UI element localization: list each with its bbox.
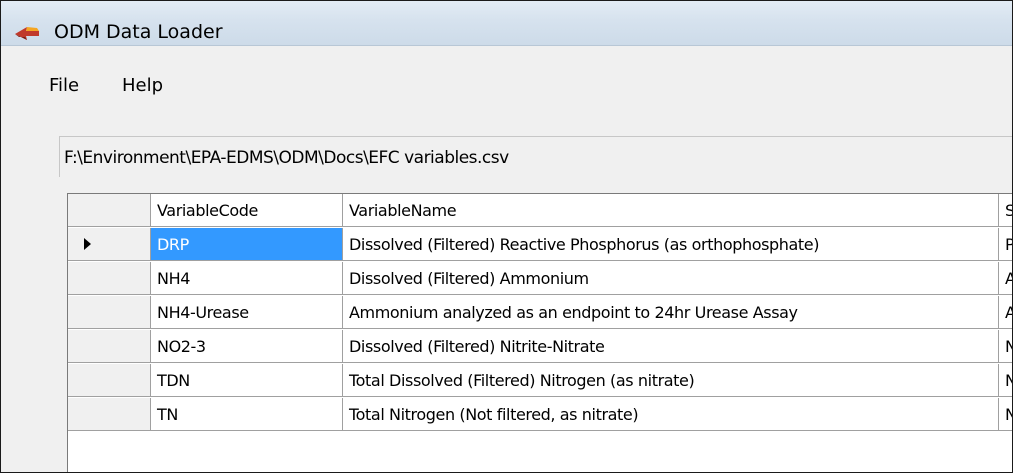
- variables-grid[interactable]: VariableCode VariableName Specia DRP Dis…: [67, 193, 1012, 472]
- file-path-text: F:\Environment\EPA-EDMS\ODM\Docs\EFC var…: [64, 148, 509, 168]
- app-arrow-icon: [15, 27, 39, 40]
- cell-variable-name[interactable]: Ammonium analyzed as an endpoint to 24hr…: [343, 296, 999, 329]
- table-row[interactable]: NO2-3 Dissolved (Filtered) Nitrite-Nitra…: [68, 330, 1012, 364]
- row-header[interactable]: [68, 262, 151, 295]
- cell-variable-name[interactable]: Total Dissolved (Filtered) Nitrogen (as …: [343, 364, 999, 397]
- menu-bar: File Help: [1, 46, 1012, 96]
- menu-help[interactable]: Help: [122, 75, 163, 97]
- menu-file[interactable]: File: [49, 75, 79, 97]
- cell-speciation[interactable]: A: [999, 262, 1012, 295]
- app-window: ODM Data Loader File Help F:\Environment…: [0, 0, 1013, 473]
- table-row[interactable]: DRP Dissolved (Filtered) Reactive Phosph…: [68, 228, 1012, 262]
- row-header[interactable]: [68, 398, 151, 431]
- row-header[interactable]: [68, 296, 151, 329]
- row-header[interactable]: [68, 228, 151, 261]
- column-header-speciation[interactable]: Specia: [999, 194, 1012, 227]
- cell-variable-code[interactable]: NH4: [151, 262, 343, 295]
- cell-variable-code[interactable]: NH4-Urease: [151, 296, 343, 329]
- cell-speciation[interactable]: N: [999, 330, 1012, 363]
- file-path-box: F:\Environment\EPA-EDMS\ODM\Docs\EFC var…: [59, 136, 1012, 177]
- row-header[interactable]: [68, 364, 151, 397]
- cell-variable-code[interactable]: TN: [151, 398, 343, 431]
- cell-variable-name[interactable]: Dissolved (Filtered) Nitrite-Nitrate: [343, 330, 999, 363]
- cell-speciation[interactable]: A: [999, 296, 1012, 329]
- cell-variable-name[interactable]: Total Nitrogen (Not filtered, as nitrate…: [343, 398, 999, 431]
- row-header[interactable]: [68, 330, 151, 363]
- table-row[interactable]: NH4 Dissolved (Filtered) Ammonium A: [68, 262, 1012, 296]
- grid-header-row: VariableCode VariableName Specia: [68, 194, 1012, 228]
- cell-speciation[interactable]: P: [999, 228, 1012, 261]
- column-header-variablename[interactable]: VariableName: [343, 194, 999, 227]
- cell-variable-code[interactable]: DRP: [151, 228, 343, 261]
- column-header-variablecode[interactable]: VariableCode: [151, 194, 343, 227]
- cell-speciation[interactable]: N: [999, 398, 1012, 431]
- cell-variable-name[interactable]: Dissolved (Filtered) Ammonium: [343, 262, 999, 295]
- window-title: ODM Data Loader: [54, 21, 223, 43]
- table-row[interactable]: NH4-Urease Ammonium analyzed as an endpo…: [68, 296, 1012, 330]
- table-row[interactable]: TDN Total Dissolved (Filtered) Nitrogen …: [68, 364, 1012, 398]
- cell-variable-code[interactable]: TDN: [151, 364, 343, 397]
- table-row[interactable]: TN Total Nitrogen (Not filtered, as nitr…: [68, 398, 1012, 432]
- current-row-arrow-icon: [84, 238, 91, 250]
- title-bar[interactable]: ODM Data Loader: [1, 1, 1012, 46]
- cell-variable-code[interactable]: NO2-3: [151, 330, 343, 363]
- cell-speciation[interactable]: N: [999, 364, 1012, 397]
- row-header-corner: [68, 194, 151, 227]
- cell-variable-name[interactable]: Dissolved (Filtered) Reactive Phosphorus…: [343, 228, 999, 261]
